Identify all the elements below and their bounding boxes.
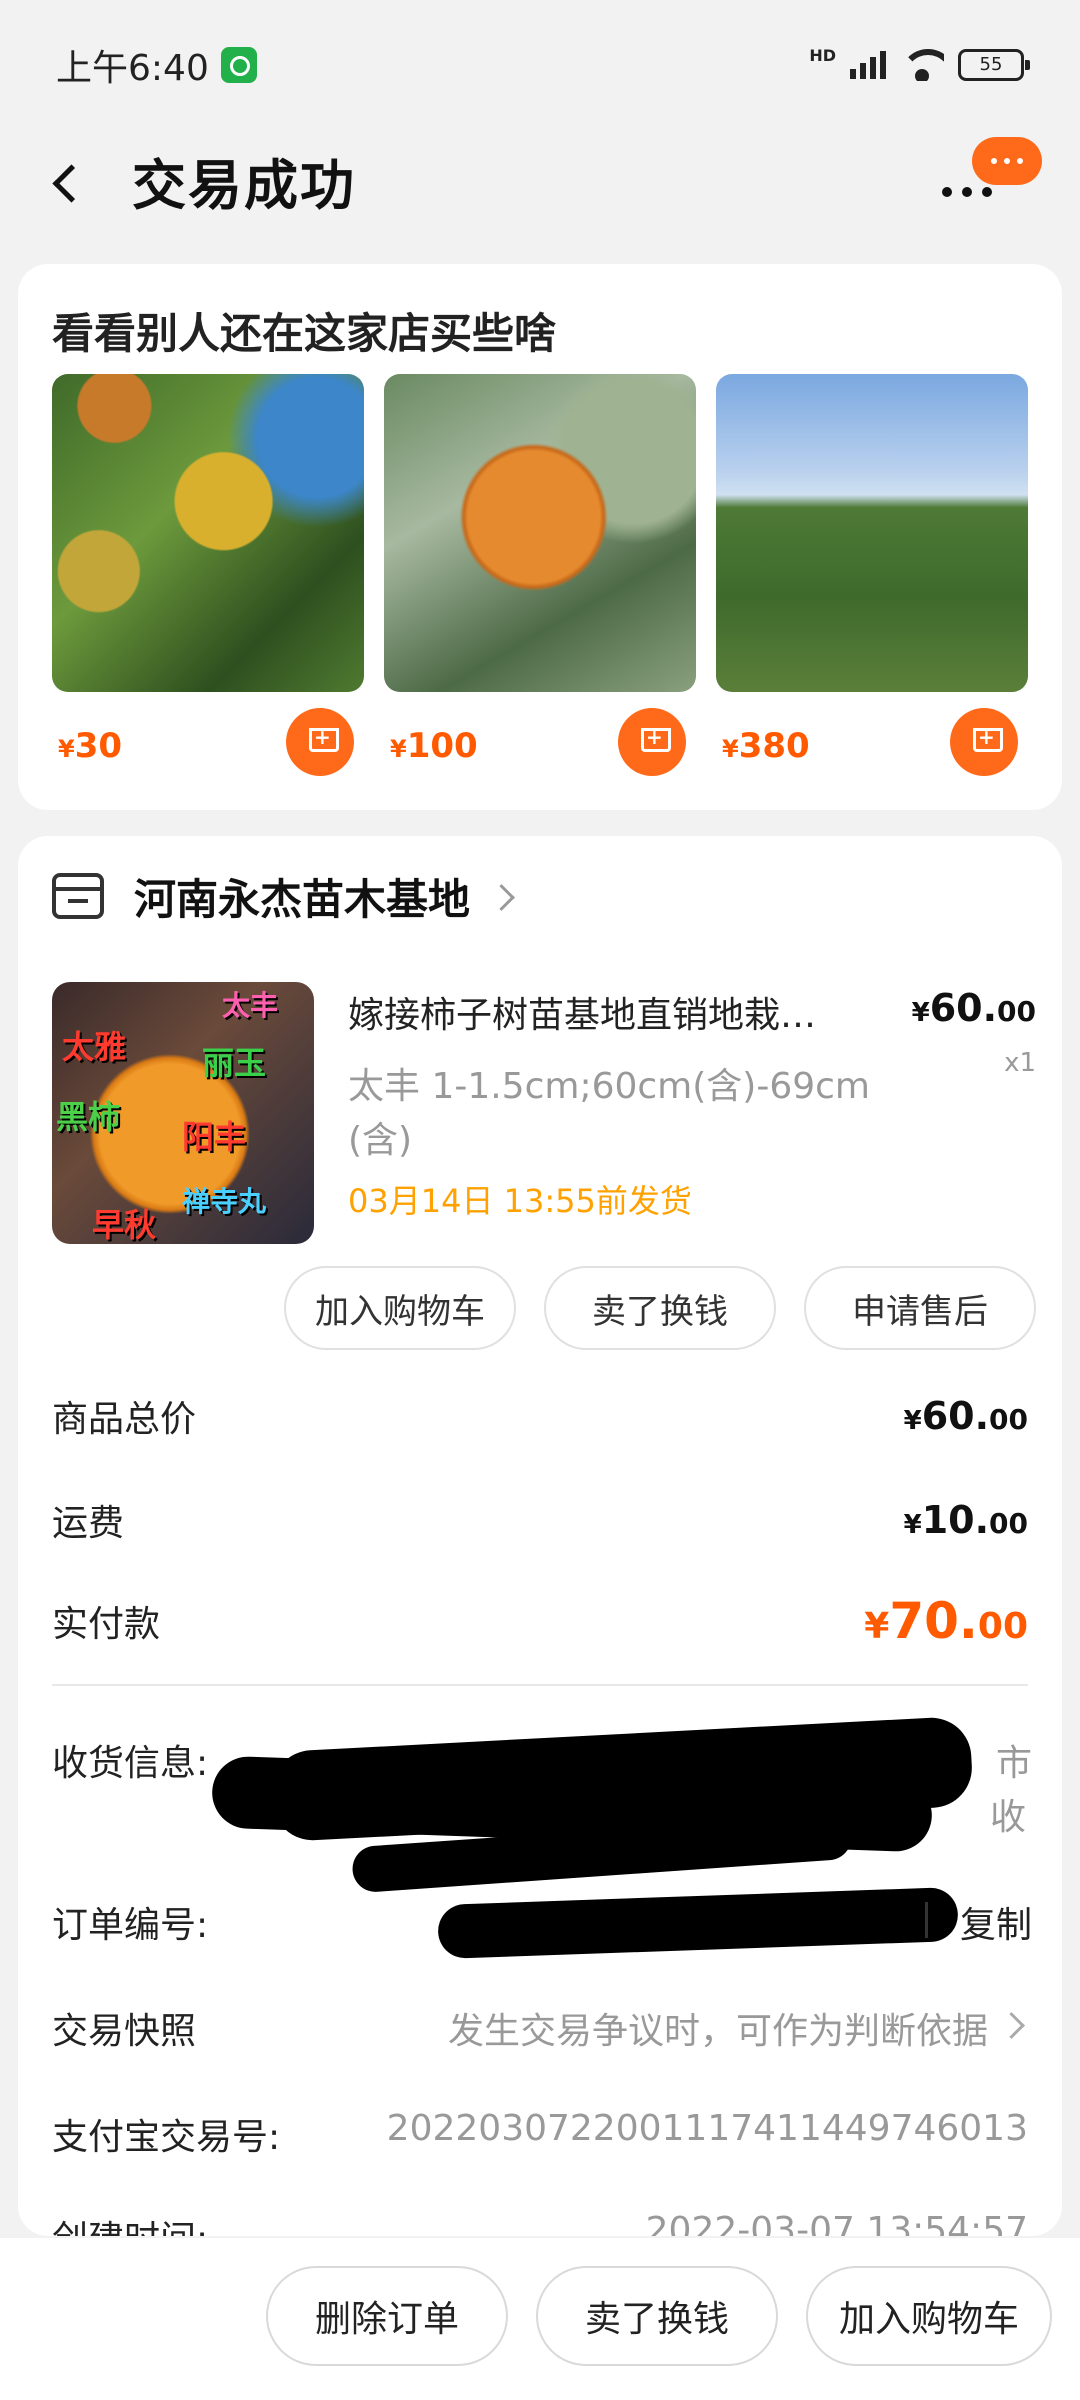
hd-label: HD [809,45,836,65]
add-to-cart-button[interactable]: 加入购物车 [806,2266,1052,2366]
order-item-price: ¥60.00 [911,986,1036,1030]
back-icon[interactable] [48,162,84,198]
recommend-product[interactable]: ¥100 [384,374,696,784]
goods-total-value: ¥60.00 [903,1394,1028,1438]
order-item-spec: 太丰 1-1.5cm;60cm(含)-69cm(含) [348,1066,871,1161]
message-bubble-icon [972,137,1042,185]
order-item-ship-note: 03月14日 13:55前发货 [348,1182,692,1220]
product-price: ¥30 [58,726,123,766]
address-label: 收货信息: [52,1743,209,1784]
add-to-cart-button[interactable]: 加入购物车 [284,1266,516,1350]
recommend-card: 看看别人还在这家店买些啥 ¥30 ¥100 ¥380 [18,264,1062,810]
redaction-scribble [437,1886,959,1960]
alipay-value: 2022030722001117411449746013 [386,2108,1028,2149]
snapshot-label: 交易快照 [52,2011,197,2052]
status-time: 上午6:40 [56,48,209,89]
shipping-row: 运费 ¥10.00 [52,1494,1028,1546]
order-item-image[interactable]: 太雅 太丰 丽玉 黑柿 阳丰 早秋 禅寺丸 [52,982,314,1244]
status-indicators: HD 55 [809,45,1030,81]
app-notification-icon [220,47,257,83]
more-icon[interactable] [942,137,1042,215]
divider [52,1684,1028,1686]
order-item-title[interactable]: 嫁接柿子树苗基地直销地栽… [348,986,888,1038]
shipping-value: ¥10.00 [903,1498,1028,1542]
alipay-label: 支付宝交易号: [52,2117,281,2158]
product-price: ¥100 [390,726,478,766]
wifi-icon [900,49,944,81]
add-to-cart-button[interactable] [950,708,1018,776]
order-item-quantity: x1 [1004,1048,1036,1078]
product-image[interactable] [716,374,1028,692]
variety-label: 丽玉 [202,1044,267,1082]
copy-button[interactable]: 复制 [960,1896,1032,1948]
resell-button[interactable]: 卖了换钱 [544,1266,776,1350]
address-fragment: 收 [989,1797,1026,1838]
shipping-label: 运费 [52,1503,125,1544]
snapshot-value[interactable]: 发生交易争议时，可作为判断依据 [448,2002,988,2054]
shop-icon [52,873,104,919]
created-value: 2022-03-07 13:54:57 [645,2210,1028,2236]
variety-label: 禅寺丸 [182,1185,267,1218]
recommend-title: 看看别人还在这家店买些啥 [52,309,557,358]
add-to-cart-button[interactable] [286,708,354,776]
created-label: 创建时间: [52,2210,208,2236]
paid-label: 实付款 [52,1604,161,1645]
goods-total-row: 商品总价 ¥60.00 [52,1390,1028,1442]
recommend-product[interactable]: ¥30 [52,374,364,784]
snapshot-row[interactable]: 交易快照 发生交易争议时，可作为判断依据 [52,2002,1032,2062]
paid-row: 实付款 ¥70.00 [52,1592,1028,1650]
product-image[interactable] [52,374,364,692]
variety-label: 阳丰 [182,1118,247,1156]
address-row: 收货信息: 市 收 [52,1715,1032,1894]
chevron-right-icon [488,881,518,911]
copy-divider [925,1902,928,1938]
signal-icon [850,51,886,79]
shop-header[interactable]: 河南永杰苗木基地 [52,866,518,926]
paid-value: ¥70.00 [864,1592,1028,1650]
delete-order-button[interactable]: 删除订单 [266,2266,508,2366]
bottom-action-bar: 删除订单 卖了换钱 加入购物车 [0,2238,1080,2400]
variety-label: 早秋 [92,1206,157,1244]
variety-label: 黑柿 [56,1098,121,1136]
alipay-row: 支付宝交易号: 2022030722001117411449746013 [52,2108,1032,2168]
product-price: ¥380 [722,726,810,766]
variety-label: 太雅 [62,1028,127,1066]
product-image[interactable] [384,374,696,692]
recommend-product[interactable]: ¥380 [716,374,1028,784]
status-bar: 上午6:40 HD 55 [0,0,1080,130]
nav-bar: 交易成功 [0,130,1080,230]
order-number-label: 订单编号: [52,1905,209,1946]
chevron-right-icon [1002,2012,1028,2038]
cart-icon [635,725,671,754]
created-row: 创建时间: 2022-03-07 13:54:57 [52,2210,1032,2236]
order-number-row: 订单编号: 复制 [52,1886,1032,1960]
resell-button[interactable]: 卖了换钱 [536,2266,778,2366]
cart-icon [303,725,339,754]
variety-label: 太丰 [222,989,279,1022]
page-title: 交易成功 [132,153,356,217]
add-to-cart-button[interactable] [618,708,686,776]
more-dots [942,187,992,197]
goods-total-label: 商品总价 [52,1399,197,1440]
battery-icon: 55 [958,49,1030,81]
shop-name[interactable]: 河南永杰苗木基地 [134,866,470,927]
order-card: 河南永杰苗木基地 太雅 太丰 丽玉 黑柿 阳丰 早秋 禅寺丸 嫁接柿子树苗基地直… [18,836,1062,2236]
cart-icon [967,725,1003,754]
after-sales-button[interactable]: 申请售后 [804,1266,1036,1350]
address-fragment: 市 [995,1743,1032,1784]
